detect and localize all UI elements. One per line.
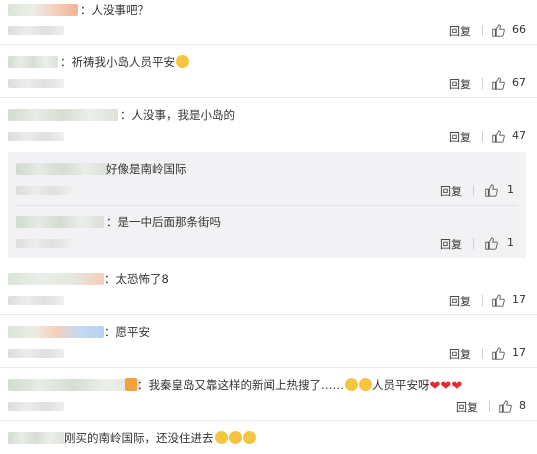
separator: [482, 131, 483, 142]
reply-button[interactable]: 回复: [440, 183, 462, 199]
blurred-timestamp: [8, 349, 64, 358]
separator: [482, 78, 483, 89]
divider: [0, 44, 537, 45]
thumbs-up-icon[interactable]: [491, 293, 505, 307]
reply-button[interactable]: 回复: [449, 129, 471, 145]
crying-emoji-icon: [214, 431, 228, 444]
like-count: 1: [507, 183, 514, 196]
blurred-timestamp: [8, 402, 64, 411]
comment-text: 好像是南岭国际: [106, 162, 187, 176]
separator: [489, 401, 490, 412]
comment-text: ：是一中后面那条街吗: [106, 215, 221, 229]
divider: [0, 420, 537, 421]
thumbs-up-icon[interactable]: [491, 23, 505, 37]
thumbs-up-icon[interactable]: [491, 129, 505, 143]
heart-icon: ❤: [429, 379, 441, 394]
separator: [473, 185, 474, 196]
comment-text: ：人没事吧？: [80, 3, 149, 17]
reply-button[interactable]: 回复: [449, 23, 471, 39]
separator: [482, 295, 483, 306]
like-count: 67: [512, 76, 526, 89]
divider: [16, 205, 518, 206]
blurred-timestamp: [16, 186, 72, 195]
heart-icon: ❤: [440, 379, 452, 394]
thumbs-up-icon[interactable]: [498, 399, 512, 413]
blurred-username: [8, 273, 104, 285]
blurred-username: [16, 216, 104, 228]
comment-text: ：祈祷我小岛人员平安: [60, 55, 189, 69]
crying-emoji-icon: [242, 431, 256, 444]
badge-icon: [125, 378, 137, 391]
heart-icon: ❤: [451, 379, 463, 394]
blurred-username: [8, 379, 140, 391]
laughing-emoji-icon: [345, 378, 358, 391]
like-count: 8: [519, 399, 526, 412]
reply-button[interactable]: 回复: [449, 346, 471, 362]
like-count: 1: [507, 236, 514, 249]
laughing-emoji-icon: [359, 378, 372, 391]
reply-button[interactable]: 回复: [440, 236, 462, 252]
like-count: 17: [512, 346, 526, 359]
blurred-timestamp: [8, 132, 64, 141]
blurred-username: [8, 326, 104, 338]
thumbs-up-icon[interactable]: [491, 76, 505, 90]
blurred-timestamp: [8, 26, 64, 35]
blurred-timestamp: [16, 239, 72, 248]
divider: [0, 314, 537, 315]
blurred-username: [8, 56, 58, 68]
blurred-timestamp: [8, 296, 64, 305]
like-count: 66: [512, 23, 526, 36]
blurred-username: [8, 4, 78, 16]
reply-button[interactable]: 回复: [449, 293, 471, 309]
like-count: 47: [512, 129, 526, 142]
blurred-timestamp: [8, 79, 64, 88]
blurred-username: [8, 432, 64, 444]
blurred-username: [8, 109, 118, 121]
comment-text: ：我秦皇岛又靠这样的新闻上热搜了…… 人员平安呀❤❤❤: [124, 378, 462, 393]
comment-text: ：人没事，我是小岛的: [120, 108, 235, 122]
thumbs-up-icon[interactable]: [484, 183, 498, 197]
like-count: 17: [512, 293, 526, 306]
separator: [473, 238, 474, 249]
separator: [482, 348, 483, 359]
thumbs-up-icon[interactable]: [491, 346, 505, 360]
comment-text: ：太恐怖了8: [104, 272, 169, 286]
reply-button[interactable]: 回复: [449, 76, 471, 92]
divider: [0, 97, 537, 98]
blurred-username: [16, 163, 108, 175]
thumbs-up-icon[interactable]: [484, 236, 498, 250]
comment-text: ：愿平安: [104, 325, 150, 339]
crying-emoji-icon: [176, 55, 189, 68]
comment-text: 刚买的南岭国际，还没住进去: [64, 431, 256, 445]
crying-emoji-icon: [228, 431, 242, 444]
reply-button[interactable]: 回复: [456, 399, 478, 415]
separator: [482, 25, 483, 36]
divider: [0, 367, 537, 368]
